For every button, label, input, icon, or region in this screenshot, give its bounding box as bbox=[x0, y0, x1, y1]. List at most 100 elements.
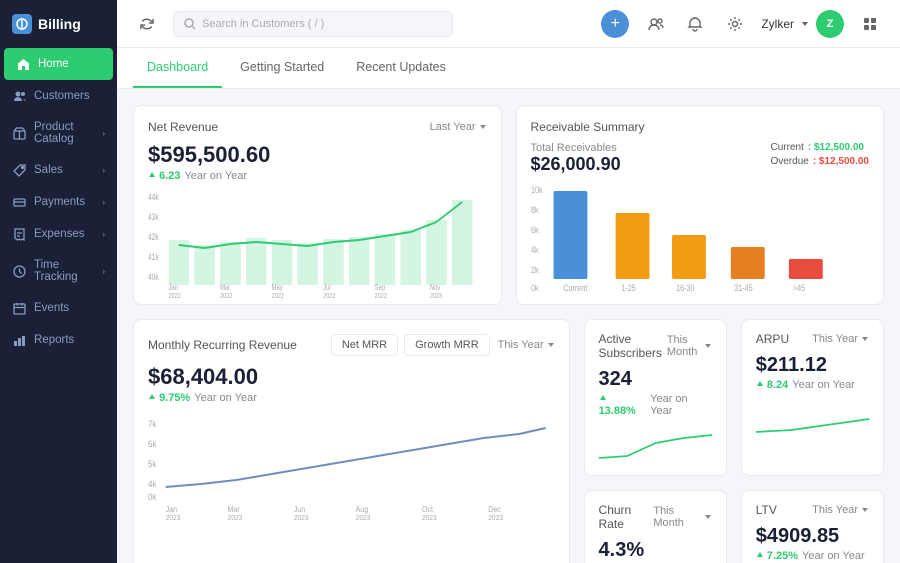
svg-text:Sep: Sep bbox=[375, 284, 386, 292]
chevron-expenses-icon: › bbox=[102, 230, 105, 239]
grid-icon[interactable] bbox=[856, 10, 884, 38]
sidebar-item-events[interactable]: Events bbox=[0, 292, 117, 324]
active-sub-header: Active Subscribers This Month bbox=[599, 332, 712, 360]
mrr-title: Monthly Recurring Revenue bbox=[148, 338, 297, 352]
svg-text:7k: 7k bbox=[148, 419, 157, 430]
sidebar-item-sales[interactable]: Sales › bbox=[0, 154, 117, 186]
svg-text:Jan: Jan bbox=[166, 505, 177, 515]
svg-text:2023: 2023 bbox=[294, 515, 309, 522]
search-placeholder: Search in Customers ( / ) bbox=[202, 18, 324, 30]
arpu-period[interactable]: This Year bbox=[812, 333, 869, 345]
svg-text:Jul: Jul bbox=[323, 284, 331, 292]
mrr-period[interactable]: This Year bbox=[498, 339, 555, 351]
contacts-icon[interactable] bbox=[641, 10, 669, 38]
churn-value: 4.3% bbox=[599, 539, 712, 562]
net-revenue-period[interactable]: Last Year bbox=[430, 121, 487, 133]
svg-text:1-25: 1-25 bbox=[621, 283, 636, 293]
user-avatar: Z bbox=[816, 10, 844, 38]
sidebar-item-reports[interactable]: Reports bbox=[0, 324, 117, 356]
svg-text:2023: 2023 bbox=[228, 515, 243, 522]
svg-text:31-45: 31-45 bbox=[734, 283, 753, 293]
add-button[interactable]: + bbox=[601, 10, 629, 38]
sidebar-item-payments[interactable]: Payments › bbox=[0, 186, 117, 218]
sidebar-label-payments: Payments bbox=[34, 196, 85, 208]
sidebar-item-expenses[interactable]: Expenses › bbox=[0, 218, 117, 250]
receipt-icon bbox=[12, 227, 26, 241]
overdue-value: : $12,500.00 bbox=[813, 156, 869, 167]
sidebar-label-home: Home bbox=[38, 58, 69, 70]
churn-header: Churn Rate This Month bbox=[599, 503, 712, 531]
top-bar: Search in Customers ( / ) + Zylker Z bbox=[117, 0, 900, 48]
receivable-breakdown: Current : $12,500.00 Overdue : $12,500.0… bbox=[770, 142, 869, 167]
mrr-value: $68,404.00 bbox=[148, 364, 555, 390]
sidebar-label-sales: Sales bbox=[34, 164, 63, 176]
sidebar-item-customers[interactable]: Customers bbox=[0, 80, 117, 112]
svg-text:4k: 4k bbox=[148, 479, 157, 490]
svg-text:40k: 40k bbox=[148, 272, 159, 282]
net-revenue-card: Net Revenue Last Year $595,500.60 6.23 Y… bbox=[133, 105, 502, 305]
ltv-chevron-icon bbox=[861, 506, 869, 514]
svg-text:Jan: Jan bbox=[169, 284, 179, 292]
mini-row-2: Churn Rate This Month 4.3% 5.53 bbox=[584, 490, 884, 563]
bell-icon[interactable] bbox=[681, 10, 709, 38]
net-mrr-button[interactable]: Net MRR bbox=[331, 334, 398, 356]
svg-text:Oct: Oct bbox=[422, 505, 434, 515]
active-subscribers-card: Active Subscribers This Month 324 bbox=[584, 319, 727, 476]
svg-text:10k: 10k bbox=[531, 185, 543, 195]
churn-title: Churn Rate bbox=[599, 503, 654, 531]
calendar-icon bbox=[12, 301, 26, 315]
chevron-down-icon bbox=[800, 19, 810, 29]
arpu-card: ARPU This Year $211.12 8.24 bbox=[741, 319, 884, 476]
tab-recent-updates[interactable]: Recent Updates bbox=[342, 48, 460, 88]
svg-text:6k: 6k bbox=[531, 225, 539, 235]
net-revenue-change: 6.23 bbox=[148, 170, 180, 182]
current-value: : $12,500.00 bbox=[808, 142, 864, 153]
tab-dashboard[interactable]: Dashboard bbox=[133, 48, 222, 88]
receivable-card: Receivable Summary Total Receivables $26… bbox=[516, 105, 885, 305]
chevron-payments-icon: › bbox=[102, 198, 105, 207]
tabs-bar: Dashboard Getting Started Recent Updates bbox=[117, 48, 900, 89]
sidebar-item-product-catalog[interactable]: Product Catalog › bbox=[0, 112, 117, 154]
svg-text:2022: 2022 bbox=[169, 292, 182, 300]
arpu-arrow-icon bbox=[756, 380, 764, 388]
svg-text:5k: 5k bbox=[148, 459, 157, 470]
arpu-header: ARPU This Year bbox=[756, 332, 869, 346]
users-icon bbox=[12, 89, 26, 103]
svg-text:0k: 0k bbox=[148, 492, 157, 503]
mrr-sub: 9.75% Year on Year bbox=[148, 392, 555, 404]
chevron-sales-icon: › bbox=[102, 166, 105, 175]
svg-text:2k: 2k bbox=[531, 265, 539, 275]
sidebar-item-home[interactable]: Home bbox=[4, 48, 113, 80]
app-logo: Billing bbox=[0, 0, 117, 48]
ltv-arrow-icon bbox=[756, 551, 764, 559]
ltv-card: LTV This Year $4909.85 7.25% bbox=[741, 490, 884, 563]
svg-text:2022: 2022 bbox=[375, 292, 388, 300]
ltv-sub: 7.25% Year on Year bbox=[756, 550, 869, 562]
user-info[interactable]: Zylker Z bbox=[761, 10, 844, 38]
net-revenue-title: Net Revenue bbox=[148, 120, 218, 134]
sidebar-label-customers: Customers bbox=[34, 90, 90, 102]
net-revenue-chart: 44k 43k 42k 41k 40k bbox=[148, 190, 487, 290]
settings-icon[interactable] bbox=[721, 10, 749, 38]
active-sub-change: 13.88% Year on Year bbox=[599, 393, 712, 417]
search-box[interactable]: Search in Customers ( / ) bbox=[173, 11, 453, 37]
svg-text:41k: 41k bbox=[148, 252, 159, 262]
current-label: Current bbox=[770, 142, 803, 153]
receivable-chart: 10k 8k 6k 4k 2k 0k bbox=[531, 183, 870, 283]
ltv-period[interactable]: This Year bbox=[812, 504, 869, 516]
mrr-period-chevron-icon bbox=[547, 341, 555, 349]
sidebar-item-time-tracking[interactable]: Time Tracking › bbox=[0, 250, 117, 292]
arpu-value: $211.12 bbox=[756, 354, 869, 377]
refresh-icon[interactable] bbox=[133, 10, 161, 38]
sub-period-chevron-icon bbox=[704, 342, 712, 350]
arpu-sub: 8.24 Year on Year bbox=[756, 379, 869, 391]
app-name: Billing bbox=[38, 16, 81, 32]
tab-getting-started[interactable]: Getting Started bbox=[226, 48, 338, 88]
active-sub-period[interactable]: This Month bbox=[667, 334, 712, 358]
churn-period[interactable]: This Month bbox=[653, 505, 711, 529]
sidebar-label-time-tracking: Time Tracking bbox=[34, 259, 94, 283]
svg-text:Nov: Nov bbox=[430, 284, 441, 292]
top-bar-actions: + Zylker Z bbox=[601, 10, 884, 38]
growth-mrr-button[interactable]: Growth MRR bbox=[404, 334, 490, 356]
net-revenue-header: Net Revenue Last Year bbox=[148, 120, 487, 134]
